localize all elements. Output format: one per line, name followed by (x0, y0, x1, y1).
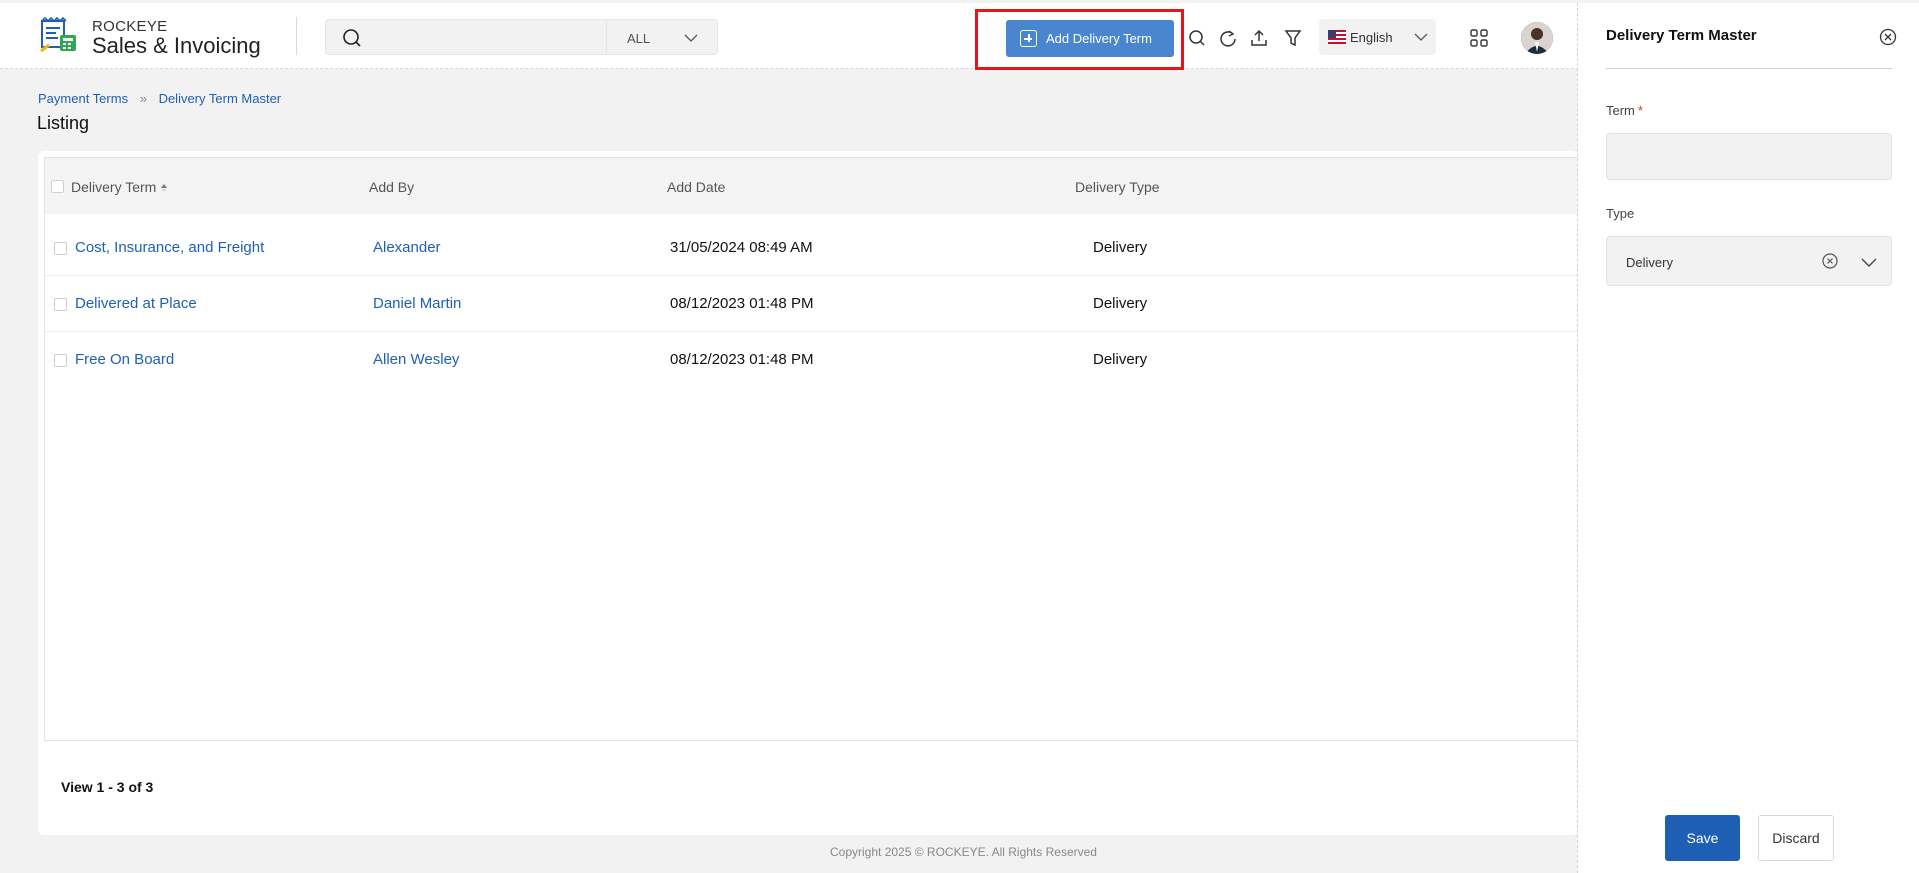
search-scope-value: ALL (627, 31, 651, 46)
term-input[interactable] (1606, 133, 1892, 180)
column-header-delivery-type[interactable]: Delivery Type (1075, 179, 1160, 195)
user-avatar[interactable] (1521, 22, 1553, 54)
breadcrumb: Payment Terms » Delivery Term Master (38, 91, 281, 106)
column-label: Delivery Term (71, 179, 157, 195)
search-input[interactable] (370, 20, 600, 54)
delivery-term-link[interactable]: Delivered at Place (75, 295, 197, 312)
close-icon[interactable] (1879, 28, 1897, 46)
save-button[interactable]: Save (1665, 815, 1740, 861)
chevron-down-icon (684, 34, 698, 42)
panel-title: Delivery Term Master (1606, 27, 1757, 44)
add-by-link[interactable]: Allen Wesley (373, 351, 459, 368)
table-row: Cost, Insurance, and Freight Alexander 3… (45, 220, 1579, 276)
required-marker: * (1637, 103, 1643, 118)
delivery-term-link[interactable]: Free On Board (75, 351, 174, 368)
upload-icon[interactable] (1249, 28, 1269, 48)
term-label-text: Term (1606, 103, 1635, 118)
delivery-type-cell: Delivery (1093, 295, 1148, 312)
filter-icon[interactable] (1283, 28, 1303, 48)
add-by-link[interactable]: Alexander (373, 239, 441, 256)
clear-icon[interactable] (1821, 252, 1839, 270)
select-all-checkbox[interactable] (51, 180, 64, 193)
apps-grid-icon[interactable] (1470, 29, 1488, 47)
column-header-add-by[interactable]: Add By (369, 179, 414, 195)
row-checkbox[interactable] (54, 354, 67, 367)
pagination-summary: View 1 - 3 of 3 (61, 779, 154, 795)
add-by-link[interactable]: Daniel Martin (373, 295, 461, 312)
discard-button[interactable]: Discard (1758, 815, 1834, 861)
type-selected-value: Delivery (1626, 255, 1673, 270)
brand-product: Sales & Invoicing (92, 33, 261, 58)
user-photo-icon (1521, 22, 1553, 54)
chevron-down-icon (1861, 258, 1877, 267)
delivery-type-cell: Delivery (1093, 351, 1148, 368)
breadcrumb-item-delivery-term-master[interactable]: Delivery Term Master (159, 91, 282, 106)
listing-card: Delivery Term Add By Add Date Delivery T… (38, 151, 1579, 835)
refresh-icon[interactable] (1218, 28, 1238, 48)
add-date-cell: 31/05/2024 08:49 AM (670, 239, 813, 256)
term-label: Term * (1606, 103, 1643, 118)
table-row: Free On Board Allen Wesley 08/12/2023 01… (45, 332, 1579, 388)
language-select[interactable]: English (1319, 19, 1436, 55)
invoice-logo-icon (40, 17, 76, 53)
footer-copyright: Copyright 2025 © ROCKEYE. All Rights Res… (830, 845, 1097, 859)
highlight-annotation (975, 9, 1184, 70)
table-row: Delivered at Place Daniel Martin 08/12/2… (45, 276, 1579, 332)
panel-divider (1606, 68, 1892, 69)
row-checkbox[interactable] (54, 298, 67, 311)
delivery-term-form-panel: Delivery Term Master Term * Type Delivery… (1577, 3, 1919, 873)
global-search (325, 19, 607, 55)
delivery-term-table: Delivery Term Add By Add Date Delivery T… (44, 157, 1579, 741)
column-header-add-date[interactable]: Add Date (667, 179, 725, 195)
type-select[interactable]: Delivery (1606, 236, 1892, 286)
delivery-term-link[interactable]: Cost, Insurance, and Freight (75, 239, 264, 256)
us-flag-icon (1328, 30, 1346, 44)
column-header-delivery-term[interactable]: Delivery Term (71, 179, 168, 195)
delivery-type-cell: Delivery (1093, 239, 1148, 256)
page-title: Listing (37, 113, 90, 133)
search-scope-select[interactable]: ALL (606, 19, 718, 55)
row-checkbox[interactable] (54, 242, 67, 255)
search-icon (343, 29, 361, 47)
chevron-down-icon (1414, 33, 1428, 41)
breadcrumb-separator-icon: » (139, 91, 147, 106)
breadcrumb-item-payment-terms[interactable]: Payment Terms (38, 91, 128, 106)
brand-divider (296, 17, 297, 55)
search-icon[interactable] (1187, 28, 1207, 48)
table-header: Delivery Term Add By Add Date Delivery T… (45, 158, 1579, 214)
type-label: Type (1606, 206, 1635, 221)
add-date-cell: 08/12/2023 01:48 PM (670, 295, 814, 312)
language-value: English (1350, 30, 1393, 45)
add-date-cell: 08/12/2023 01:48 PM (670, 351, 814, 368)
sort-ascending-icon (161, 184, 168, 191)
